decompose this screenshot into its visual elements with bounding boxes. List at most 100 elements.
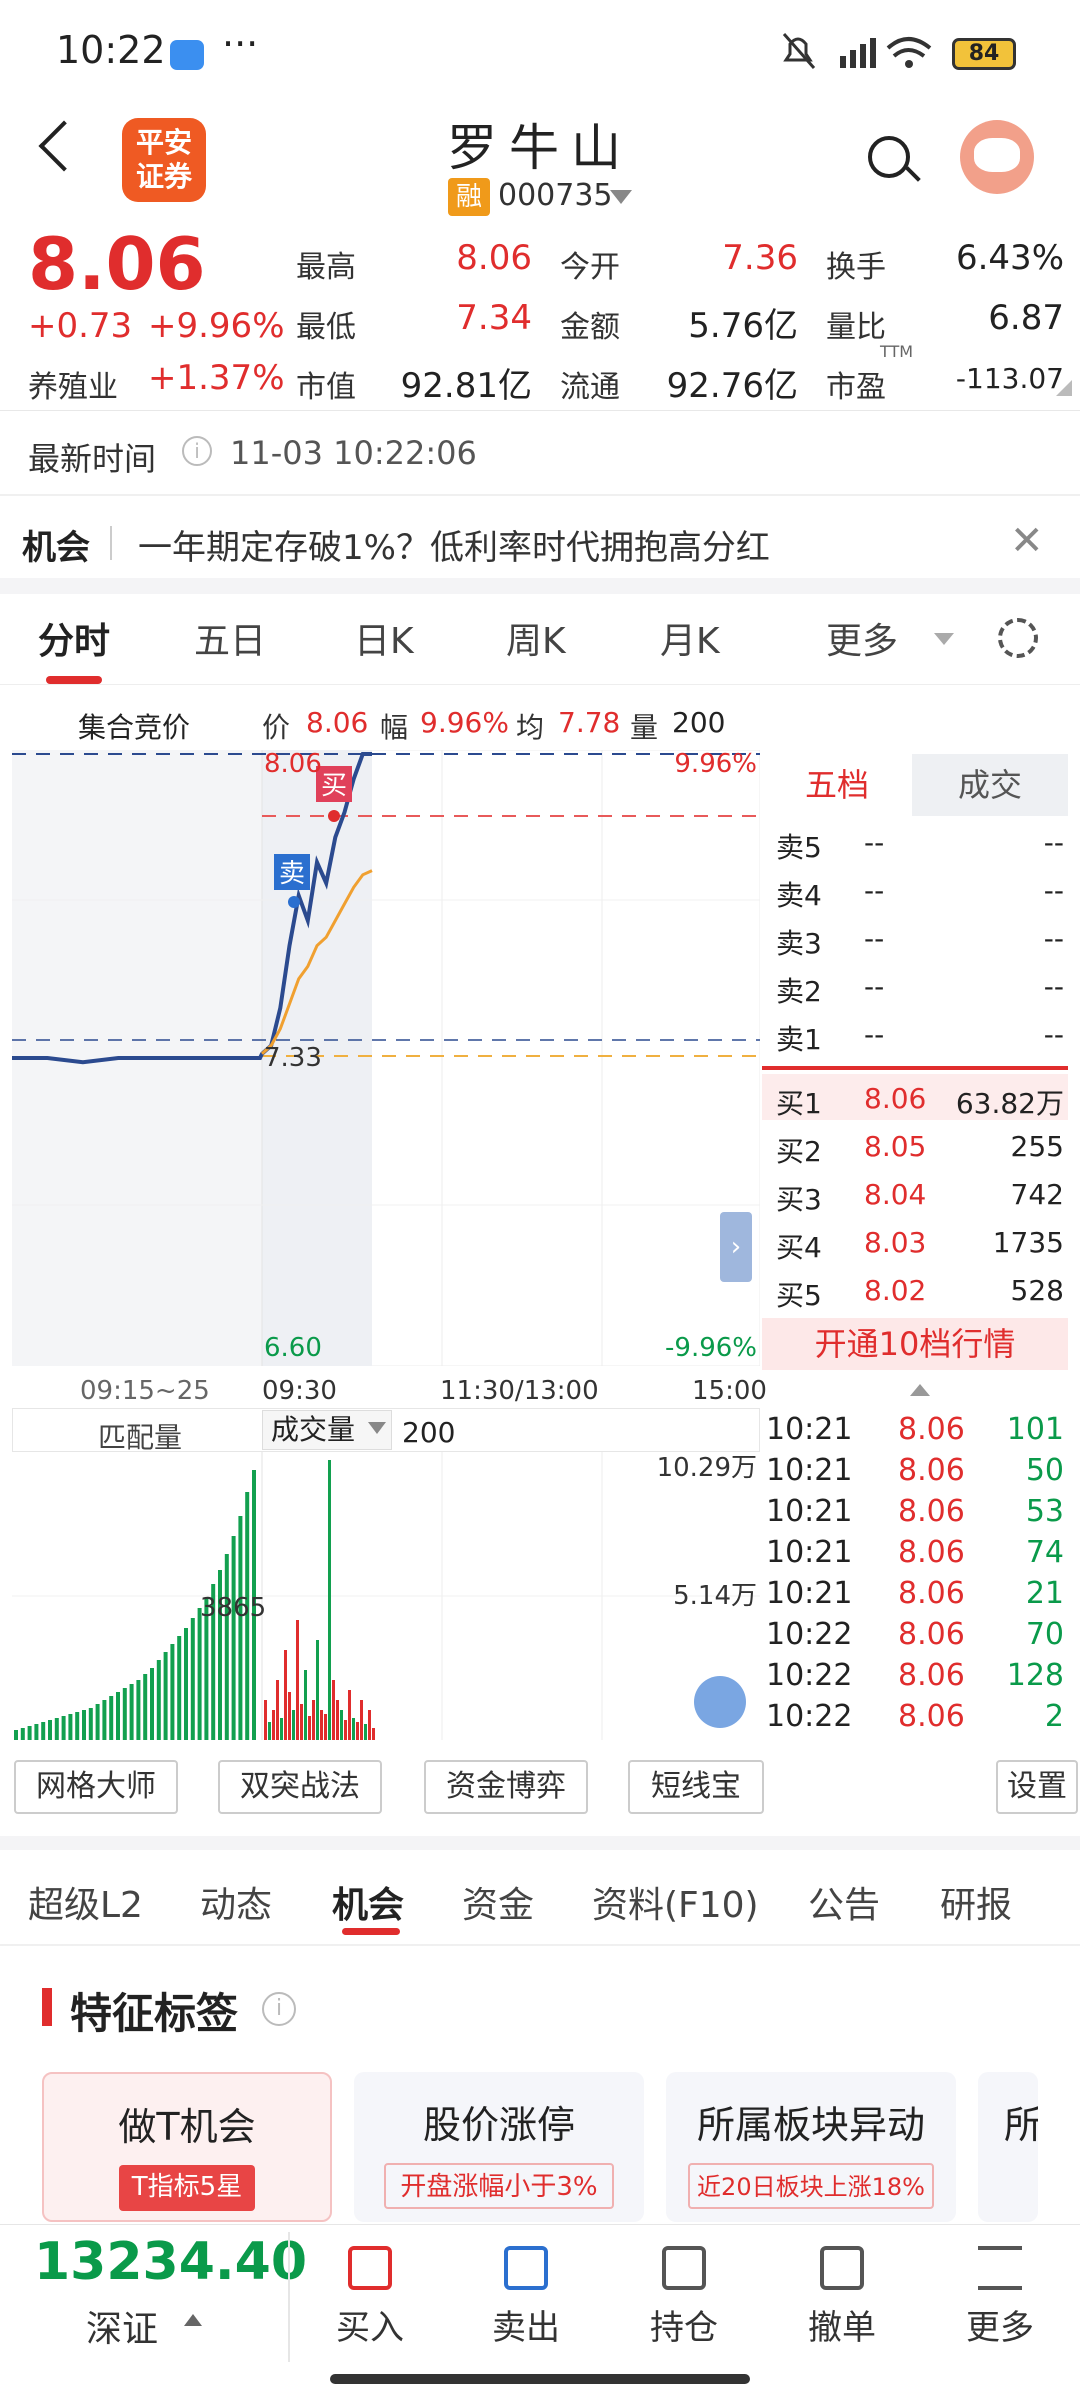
tab-underline <box>46 676 102 684</box>
tab-five-day[interactable]: 五日 <box>194 612 266 664</box>
chevron-down-icon[interactable] <box>368 1422 386 1434</box>
buy-point <box>328 810 340 822</box>
tool-settings[interactable]: 设置 <box>996 1760 1078 1814</box>
sell-icon <box>504 2246 548 2290</box>
volume-bar <box>170 1644 175 1740</box>
ask-price: -- <box>864 1018 885 1051</box>
expand-corner-icon[interactable] <box>1056 380 1072 396</box>
expand-chart-button[interactable]: › <box>720 1212 752 1282</box>
chevron-down-icon[interactable] <box>934 633 954 645</box>
ask-price: -- <box>864 922 885 955</box>
tab-news[interactable]: 动态 <box>200 1876 272 1928</box>
fullscreen-icon[interactable] <box>694 1676 746 1728</box>
intraday-chart[interactable]: 买 卖 8.06 9.96% 7.33 6.60 -9.96% <box>12 750 760 1366</box>
volume-bar <box>177 1636 182 1740</box>
time-label: 09:15~25 <box>80 1376 210 1406</box>
trade-price: 8.06 <box>898 1535 965 1570</box>
divider <box>0 684 1080 685</box>
index-value[interactable]: 13234.40 <box>34 2232 307 2292</box>
opportunity-headline[interactable]: 一年期定存破1%？低利率时代拥抱高分红 <box>138 520 770 569</box>
mute-icon <box>782 33 816 69</box>
trade-time: 10:21 <box>766 1412 853 1447</box>
auction-label: 集合竞价 <box>78 711 191 744</box>
feature-card[interactable]: 股价涨停 开盘涨幅小于3% <box>354 2072 644 2222</box>
ask-price: -- <box>864 826 885 859</box>
tab-trades[interactable]: 成交 <box>912 754 1068 816</box>
gear-icon[interactable] <box>998 618 1038 658</box>
nav-holdings[interactable]: 持仓 <box>614 2246 754 2349</box>
tab-funds[interactable]: 资金 <box>462 1876 534 1928</box>
sector-name[interactable]: 养殖业 <box>28 362 118 406</box>
tab-weekly-k[interactable]: 周K <box>506 612 566 664</box>
index-name[interactable]: 深证 <box>86 2300 158 2352</box>
ask-label: 卖3 <box>776 927 822 960</box>
tab-intraday[interactable]: 分时 <box>38 612 110 664</box>
sell-marker: 卖 <box>279 859 305 889</box>
nav-cancel[interactable]: 撤单 <box>772 2246 912 2349</box>
menu-icon <box>978 2246 1022 2290</box>
nav-buy[interactable]: 买入 <box>300 2246 440 2349</box>
tool-capital-game[interactable]: 资金博弈 <box>424 1760 588 1814</box>
volume-bar <box>272 1710 275 1740</box>
stat-label: 最高 <box>296 250 356 285</box>
tab-f10[interactable]: 资料(F10) <box>592 1876 759 1928</box>
feature-card[interactable]: 所 <box>978 2072 1038 2222</box>
volume-bar <box>304 1670 307 1740</box>
update-label: 最新时间 <box>28 440 157 478</box>
volume-bar <box>268 1722 271 1740</box>
stat-label: 流通 <box>560 370 620 405</box>
tab-order-book[interactable]: 五档 <box>762 754 912 816</box>
volume-bar <box>34 1724 39 1740</box>
price-change-pct: +9.96% <box>148 306 285 346</box>
info-icon[interactable]: i <box>262 1992 296 2026</box>
chevron-down-icon[interactable] <box>610 190 632 204</box>
chevron-up-icon[interactable] <box>184 2314 202 2326</box>
tool-grid-master[interactable]: 网格大师 <box>14 1760 178 1814</box>
stat-value: 8.06 <box>456 238 532 278</box>
search-icon[interactable] <box>868 136 910 178</box>
volume-bar <box>284 1650 287 1740</box>
bid-label: 买4 <box>776 1231 822 1264</box>
time-label: 15:00 <box>692 1376 767 1406</box>
tab-daily-k[interactable]: 日K <box>354 612 414 664</box>
info-icon[interactable]: i <box>182 436 212 466</box>
home-indicator[interactable] <box>330 2374 750 2384</box>
tab-super-l2[interactable]: 超级L2 <box>28 1876 143 1928</box>
volume-axis-top: 10.29万 <box>657 1453 757 1483</box>
volume-bar <box>264 1700 267 1740</box>
bid-vol: 742 <box>1010 1178 1064 1211</box>
volume-bar <box>75 1712 80 1740</box>
tool-short-term[interactable]: 短线宝 <box>628 1760 764 1814</box>
tab-monthly-k[interactable]: 月K <box>660 612 720 664</box>
stat-label: 市盈 <box>826 370 886 405</box>
upgrade-level10-button[interactable]: 开通10档行情 <box>762 1318 1068 1370</box>
info-avg: 7.78 <box>558 706 621 739</box>
nav-more[interactable]: 更多 <box>930 2246 1070 2349</box>
top-price-label: 8.06 <box>264 750 322 779</box>
stat-label: 金额 <box>560 310 620 345</box>
tool-double-breakout[interactable]: 双突战法 <box>218 1760 382 1814</box>
card-title: 所属板块异动 <box>696 2103 925 2147</box>
bid-label: 买5 <box>776 1279 822 1312</box>
volume-bar <box>95 1704 100 1740</box>
trade-vol: 101 <box>1006 1412 1064 1447</box>
stock-name: 罗牛山 <box>447 119 633 177</box>
nav-sell[interactable]: 卖出 <box>456 2246 596 2349</box>
trade-vol: 128 <box>1006 1658 1064 1693</box>
chevron-up-icon[interactable] <box>910 1384 930 1396</box>
ask-label: 卖2 <box>776 975 822 1008</box>
tab-more[interactable]: 更多 <box>826 612 898 664</box>
margin-badge: 融 <box>448 178 490 216</box>
stock-code[interactable]: 000735 <box>498 178 613 213</box>
feature-card[interactable]: 做T机会 T指标5星 <box>42 2072 332 2222</box>
bid-price: 8.03 <box>864 1226 927 1259</box>
tab-research[interactable]: 研报 <box>940 1876 1012 1928</box>
feature-card[interactable]: 所属板块异动 近20日板块上涨18% <box>666 2072 956 2222</box>
stat-label: 量比 <box>826 310 886 345</box>
volume-bar <box>352 1718 355 1740</box>
volume-bar <box>320 1710 323 1740</box>
close-icon[interactable]: ✕ <box>1010 518 1044 564</box>
tab-announcements[interactable]: 公告 <box>808 1876 880 1928</box>
tab-opportunity[interactable]: 机会 <box>332 1876 404 1928</box>
trade-time: 10:21 <box>766 1576 853 1611</box>
